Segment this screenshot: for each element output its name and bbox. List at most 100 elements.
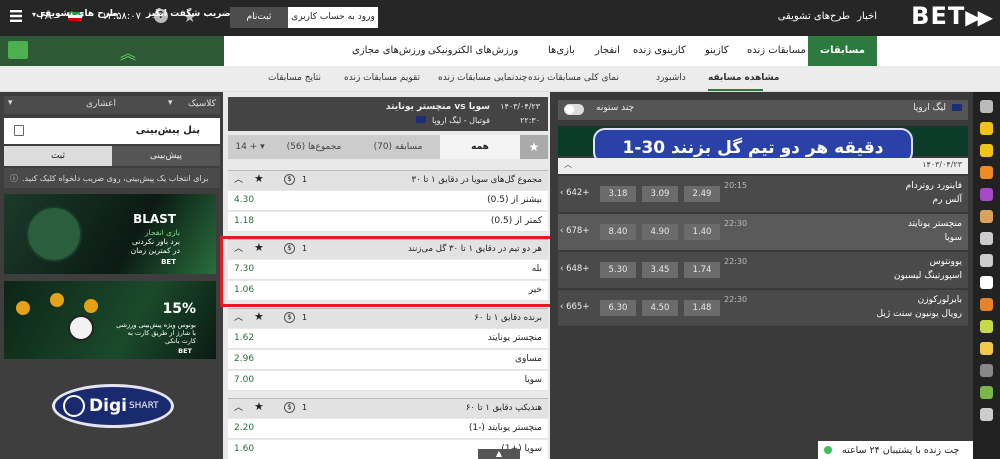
- tennis-icon[interactable]: [980, 320, 993, 333]
- signup-button[interactable]: ثبت‌نام: [230, 7, 288, 28]
- scroll-toggle-button[interactable]: ▲: [478, 449, 520, 459]
- subnav-live-multiview[interactable]: چندنمایی مسابقات زنده: [438, 73, 527, 83]
- event-row[interactable]: فاینورد روتردام آلس رم 20:15 ‹ 642+ 2.49 3.09…: [558, 176, 968, 212]
- odd-button[interactable]: 3.09: [642, 186, 678, 202]
- odd-button[interactable]: 1.48: [684, 300, 720, 316]
- calculator-icon[interactable]: [14, 125, 24, 136]
- classic-view-select[interactable]: کلاسیک: [188, 99, 216, 109]
- outcome-row[interactable]: منچستر یونایتد 1.62: [228, 329, 548, 349]
- stats-icon[interactable]: $: [284, 402, 295, 413]
- trophy-icon[interactable]: [980, 122, 993, 135]
- more-markets-link[interactable]: ‹ 665+: [560, 302, 589, 312]
- more-markets-link[interactable]: ‹ 642+: [560, 188, 589, 198]
- away-team[interactable]: سویا: [945, 233, 962, 243]
- arrows-icon[interactable]: [980, 232, 993, 245]
- outcome-odd[interactable]: 2.96: [234, 354, 254, 364]
- chevron-up-icon[interactable]: ︿: [234, 400, 243, 413]
- settings-icon[interactable]: [10, 10, 22, 22]
- away-team[interactable]: رویال یونیون سنت ژیل: [877, 309, 962, 319]
- market-header[interactable]: برنده دقایق ۱ تا ۶۰ 1 $ ★ ︿: [228, 308, 548, 328]
- top-link-promotions[interactable]: طرح‌های تشویقی: [778, 11, 850, 22]
- chevron-up-icon[interactable]: ︿: [234, 310, 243, 323]
- odd-button[interactable]: 4.90: [642, 224, 678, 240]
- odd-button[interactable]: 6.30: [600, 300, 636, 316]
- logo[interactable]: BET▶▶: [911, 2, 993, 30]
- event-row[interactable]: بایرلورکوزن رویال یونیون سنت ژیل 22:30 ‹ 66…: [558, 290, 968, 326]
- golf-icon[interactable]: [980, 386, 993, 399]
- home-team[interactable]: بایرلورکوزن: [918, 295, 962, 305]
- live-chat-button[interactable]: چت زنده با پشتیبان ۲۴ ساعته: [818, 441, 973, 459]
- home-team[interactable]: یوونتوس: [930, 257, 962, 267]
- chevron-up-icon[interactable]: ︿: [234, 172, 243, 185]
- sports-bonus-banner[interactable]: 15% بونوس ویژه پیش‌بینی ورزشی با شارژ از…: [4, 281, 216, 359]
- nav-live-casino[interactable]: کازینوی زنده: [633, 45, 686, 56]
- weightlifting-icon[interactable]: [980, 210, 993, 223]
- nav-esports[interactable]: ورزش‌های الکترونیکی: [428, 45, 518, 56]
- cricket-icon[interactable]: [980, 364, 993, 377]
- outcome-odd[interactable]: 7.00: [234, 375, 254, 385]
- nav-sports[interactable]: مسابقات ورزشی: [808, 36, 877, 86]
- favorite-star-icon[interactable]: ★: [254, 172, 264, 185]
- chevron-up-icon[interactable]: ︿: [564, 159, 572, 170]
- stats-icon[interactable]: $: [284, 174, 295, 185]
- odd-button[interactable]: 3.18: [600, 186, 636, 202]
- outcome-odd[interactable]: 1.62: [234, 333, 254, 343]
- outcome-odd[interactable]: 2.20: [234, 423, 254, 433]
- outcome-row[interactable]: مساوی 2.96: [228, 350, 548, 370]
- subnav-event-view[interactable]: مشاهده مسابقه: [708, 73, 779, 83]
- outcome-odd[interactable]: 1.18: [234, 216, 254, 226]
- nav-crash[interactable]: انفجار: [595, 45, 620, 56]
- outcome-odd[interactable]: 1.60: [234, 444, 254, 454]
- outcome-row[interactable]: منچستر یونایتد (-1) 2.20: [228, 419, 548, 439]
- outcome-row[interactable]: سویا 7.00: [228, 371, 548, 391]
- odd-button[interactable]: 2.49: [684, 186, 720, 202]
- more-markets-link[interactable]: ‹ 678+: [560, 226, 589, 236]
- login-button[interactable]: ورود به حساب کاربری: [288, 7, 378, 28]
- home-team[interactable]: منچستر یونایتد: [908, 219, 962, 229]
- lightning-icon[interactable]: [980, 166, 993, 179]
- odd-button[interactable]: 5.30: [600, 262, 636, 278]
- subnav-results[interactable]: نتایج مسابقات: [268, 73, 321, 83]
- away-team[interactable]: اسپورتینگ لیسبون: [894, 271, 962, 281]
- nav-games[interactable]: بازی‌ها: [548, 45, 575, 56]
- promo-incentives-link[interactable]: طرح های تشویقی: [36, 9, 118, 19]
- subnav-dashboard[interactable]: داشبورد: [656, 73, 686, 83]
- outcome-row[interactable]: کمتر از (0.5) 1.18: [228, 212, 548, 232]
- tab-betslip[interactable]: پیش‌بینی: [112, 146, 220, 166]
- event-row[interactable]: منچستر یونایتد سویا 22:30 ‹ 678+ 1.40 4.90 8.4…: [558, 214, 968, 250]
- nav-virtual[interactable]: ورزش‌های مجازی: [352, 45, 426, 56]
- subnav-live-overview[interactable]: نمای کلی مسابقات زنده: [528, 73, 619, 83]
- odd-button[interactable]: 1.40: [684, 224, 720, 240]
- home-team[interactable]: فاینورد روتردام: [906, 181, 962, 191]
- event-row[interactable]: یوونتوس اسپورتینگ لیسبون 22:30 ‹ 648+ 1.74 3.…: [558, 252, 968, 288]
- subnav-live-calendar[interactable]: تقویم مسابقات زنده: [344, 73, 420, 83]
- football-icon[interactable]: [980, 276, 993, 289]
- nav-live[interactable]: مسابقات زنده: [747, 45, 806, 56]
- favorite-star-icon[interactable]: ★: [254, 400, 264, 413]
- trophy-icon[interactable]: [980, 144, 993, 157]
- puzzle-icon[interactable]: [980, 254, 993, 267]
- tab-more[interactable]: 14 + ▾: [230, 135, 270, 159]
- stats-icon[interactable]: $: [284, 312, 295, 323]
- tab-totals[interactable]: مجموع‌ها (56): [272, 135, 356, 159]
- odds-format-select[interactable]: اعشاری: [86, 99, 116, 109]
- multi-column-toggle[interactable]: [564, 104, 584, 115]
- away-team[interactable]: آلس رم: [933, 195, 963, 205]
- fire-icon[interactable]: [980, 188, 993, 201]
- tab-register[interactable]: ثبت: [4, 146, 112, 166]
- favorites-tab-star-icon[interactable]: ★: [520, 135, 548, 159]
- outcome-odd[interactable]: 4.30: [234, 195, 254, 205]
- odd-button[interactable]: 3.45: [642, 262, 678, 278]
- top-link-news[interactable]: اخبار: [857, 11, 877, 22]
- digishart-logo[interactable]: Digi SHART: [52, 384, 174, 428]
- hockey-icon[interactable]: [980, 408, 993, 421]
- odd-button[interactable]: 1.74: [684, 262, 720, 278]
- outcome-row[interactable]: بیشتر از (0.5) 4.30: [228, 191, 548, 211]
- more-markets-link[interactable]: ‹ 648+: [560, 264, 589, 274]
- blast-banner[interactable]: BLAST بازی انفجار برد باور نکردنی در کمت…: [4, 194, 216, 274]
- nav-casino[interactable]: کازینو: [705, 45, 729, 56]
- basketball-icon[interactable]: [980, 298, 993, 311]
- market-header[interactable]: مجموع گل‌های سویا در دقایق ۱ تا ۳۰ 1 $ ★ ︿: [228, 170, 548, 190]
- odd-button[interactable]: 8.40: [600, 224, 636, 240]
- promo-super-odds-link[interactable]: ضریب شگفت انگیز: [146, 9, 231, 19]
